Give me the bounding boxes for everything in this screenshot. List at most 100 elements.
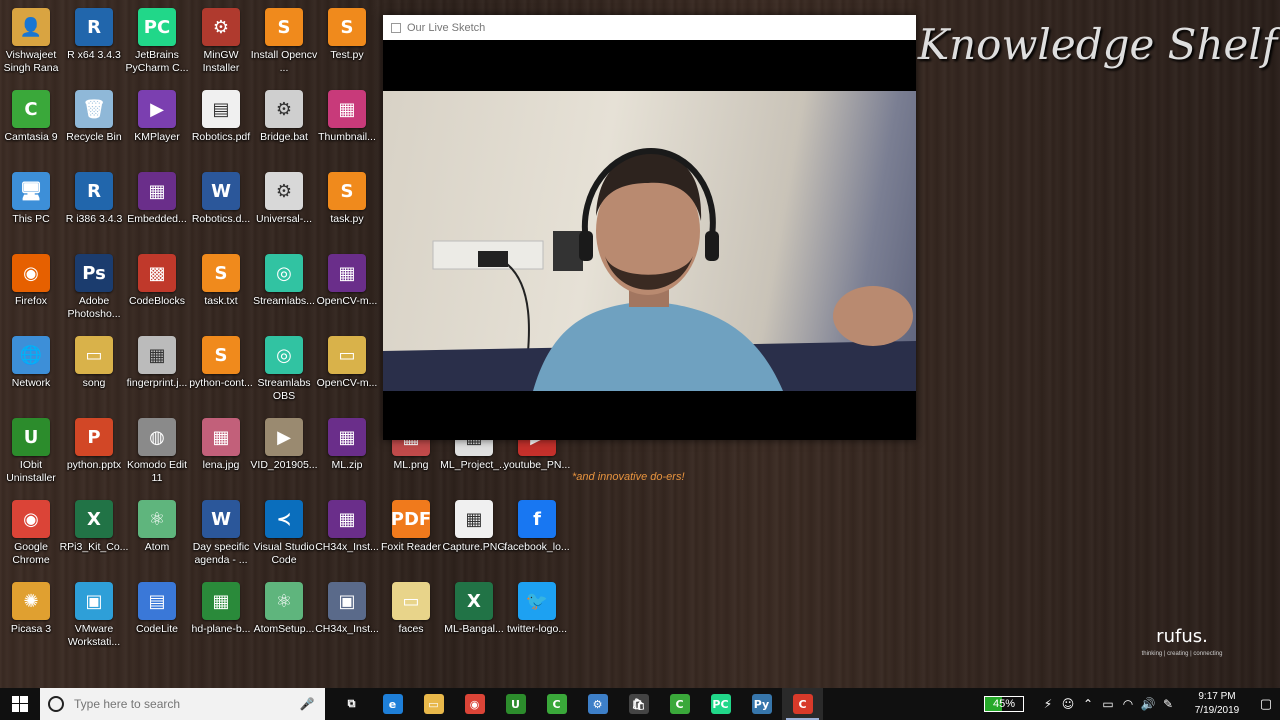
taskbar-app-button[interactable]: e [372, 688, 413, 720]
desktop-icon[interactable]: ◍ Komodo Edit 11 [124, 414, 190, 494]
desktop-icon[interactable]: 👤 Vishwajeet Singh Rana [0, 4, 64, 84]
desktop-icon[interactable]: ◉ Google Chrome [0, 496, 64, 576]
chevron-up-icon[interactable]: ⌃ [1078, 697, 1098, 711]
desktop-icon[interactable]: ▦ Capture.PNG [441, 496, 507, 576]
desktop-icon[interactable]: Stask.txt [188, 250, 254, 330]
taskbar-clock[interactable]: 9:17 PM 7/19/2019 [1186, 690, 1248, 718]
desktop-icon[interactable]: ✺ Picasa 3 [0, 578, 64, 658]
pen-workspace-icon[interactable]: ✎ [1158, 697, 1178, 711]
volume-icon[interactable]: 🔊 [1138, 697, 1158, 711]
desktop-icon-label: Embedded... [127, 213, 187, 225]
webcam-video-frame [383, 91, 916, 391]
taskbar-app-button[interactable]: C [659, 688, 700, 720]
desktop-icon[interactable]: S Install Opencv ... [251, 4, 317, 84]
desktop-icon[interactable]: ⚛ Atom [124, 496, 190, 576]
desktop-icon[interactable]: ⚙ MinGW Installer [188, 4, 254, 84]
desktop-icon[interactable]: ⚛ AtomSetup... [251, 578, 317, 658]
window-title: Our Live Sketch [407, 21, 486, 34]
search-input[interactable] [74, 697, 297, 711]
power-plug-icon[interactable]: ⚡ [1038, 697, 1058, 711]
desktop-icon[interactable]: 🗑 Recycle Bin [61, 86, 127, 166]
desktop-icon-label: song [82, 377, 106, 389]
desktop-icon[interactable]: Stask.py [314, 168, 380, 248]
taskbar-app-button[interactable]: 🛍 [618, 688, 659, 720]
desktop-icon[interactable]: C Camtasia 9 [0, 86, 64, 166]
battery-tray-icon[interactable]: ▭ [1098, 697, 1118, 711]
action-center-icon[interactable]: ▢ [1252, 696, 1280, 712]
desktop-icon-label: Universal-... [255, 213, 312, 225]
desktop-icon[interactable]: ▦ hd-plane-b... [188, 578, 254, 658]
desktop-icon[interactable]: X RPi3_Kit_Co... [60, 496, 128, 576]
desktop-icon[interactable]: ▦ OpenCV-m... [314, 250, 380, 330]
desktop-icon[interactable]: ▦ CH34x_Inst... [314, 496, 380, 576]
desktop-icon-label: Firefox [14, 295, 48, 307]
taskbar-app-button[interactable]: PC [700, 688, 741, 720]
desktop-icon[interactable]: PDF Foxit Reader [378, 496, 444, 576]
people-icon[interactable]: ☺ [1058, 697, 1078, 711]
desktop-icon[interactable]: 🐦 twitter-logo... [504, 578, 570, 658]
desktop-icon[interactable]: ▭ faces [378, 578, 444, 658]
microphone-icon[interactable]: 🎤 [297, 697, 317, 711]
desktop-icon[interactable]: 🖥 This PC [0, 168, 64, 248]
desktop-icon[interactable]: ▦ Thumbnail... [314, 86, 380, 166]
desktop-icon-label: Picasa 3 [10, 623, 52, 635]
taskbar-app-button[interactable]: ◉ [454, 688, 495, 720]
desktop-icon[interactable]: X ML-Bangal... [441, 578, 507, 658]
desktop-icon[interactable]: ◉ Firefox [0, 250, 64, 330]
taskbar-app-button[interactable]: ⧉ [331, 688, 372, 720]
desktop-icon-label: Foxit Reader [380, 541, 442, 553]
desktop-icon[interactable]: ▶ KMPlayer [124, 86, 190, 166]
desktop-icon[interactable]: Ps Adobe Photosho... [61, 250, 127, 330]
desktop-icon[interactable]: ▤ Robotics.pdf [188, 86, 254, 166]
taskbar-app-button[interactable]: Py [741, 688, 782, 720]
desktop-icon[interactable]: ▭ OpenCV-m... [314, 332, 380, 412]
desktop-icon[interactable]: ◎ Streamlabs OBS [251, 332, 317, 412]
desktop-icon[interactable]: ▭ song [61, 332, 127, 412]
desktop-icon[interactable]: R R x64 3.4.3 [61, 4, 127, 84]
desktop-icon[interactable]: Spython-cont... [188, 332, 254, 412]
desktop-icon[interactable]: ▦ lena.jpg [188, 414, 254, 494]
desktop-icon[interactable]: ≺ Visual Studio Code [251, 496, 317, 576]
desktop-icon[interactable]: f facebook_lo... [504, 496, 570, 576]
desktop-icon[interactable]: S Test.py [314, 4, 380, 84]
desktop-icon-label: youtube_PN... [503, 459, 571, 471]
battery-indicator[interactable]: 45% [984, 696, 1024, 712]
taskbar-app-button[interactable]: ▭ [413, 688, 454, 720]
desktop-icon[interactable]: R R i386 3.4.3 [61, 168, 127, 248]
desktop-icon[interactable]: ◎ Streamlabs... [251, 250, 317, 330]
desktop-icon[interactable]: W Robotics.d... [188, 168, 254, 248]
desktop-icon[interactable]: ▣ CH34x_Inst... [314, 578, 380, 658]
desktop-icon[interactable]: ▦ fingerprint.j... [124, 332, 190, 412]
desktop-icon[interactable]: ▶ VID_201905... [250, 414, 318, 494]
taskbar-search-box[interactable]: 🎤 [40, 688, 325, 720]
desktop-icon[interactable]: ▦ ML.zip [314, 414, 380, 494]
desktop-icon[interactable]: ▦ Embedded... [124, 168, 190, 248]
window-title-bar[interactable]: Our Live Sketch [383, 15, 916, 40]
iobit-icon: U [12, 418, 50, 456]
folder-icon: ▭ [75, 336, 113, 374]
webcam-person-image [383, 147, 916, 391]
desktop-icon[interactable]: Ppython.pptx [61, 414, 127, 494]
desktop-icon-label: task.py [330, 213, 364, 225]
desktop-icon[interactable]: ⚙ Universal-... [251, 168, 317, 248]
desktop-icon[interactable]: ⚙ Bridge.bat [251, 86, 317, 166]
desktop-icon-label: Adobe Photosho... [67, 295, 121, 320]
brand-name-text: Knowledge Shelf [917, 19, 1278, 69]
live-sketch-window[interactable]: Our Live Sketch [383, 15, 916, 440]
start-button[interactable] [0, 688, 40, 720]
taskbar-app-button[interactable]: U [495, 688, 536, 720]
pycharm-icon: PC [710, 694, 731, 714]
taskbar-app-button[interactable]: C [782, 688, 823, 720]
taskbar-app-button[interactable]: C [536, 688, 577, 720]
desktop-icon[interactable]: ▣ VMware Workstati... [61, 578, 127, 658]
desktop-icon[interactable]: 🌐 Network [0, 332, 64, 412]
taskbar-app-button[interactable]: ⚙ [577, 688, 618, 720]
desktop-icon[interactable]: U IObit Uninstaller [0, 414, 64, 494]
desktop-icon[interactable]: ▩ CodeBlocks [124, 250, 190, 330]
wifi-icon[interactable]: ◠ [1118, 697, 1138, 711]
word-doc-icon: W [202, 500, 240, 538]
desktop-icon[interactable]: PC JetBrains PyCharm C... [124, 4, 190, 84]
image-file-icon: ▦ [455, 500, 493, 538]
desktop-icon[interactable]: W Day specific agenda - ... [188, 496, 254, 576]
desktop-icon[interactable]: ▤ CodeLite [124, 578, 190, 658]
